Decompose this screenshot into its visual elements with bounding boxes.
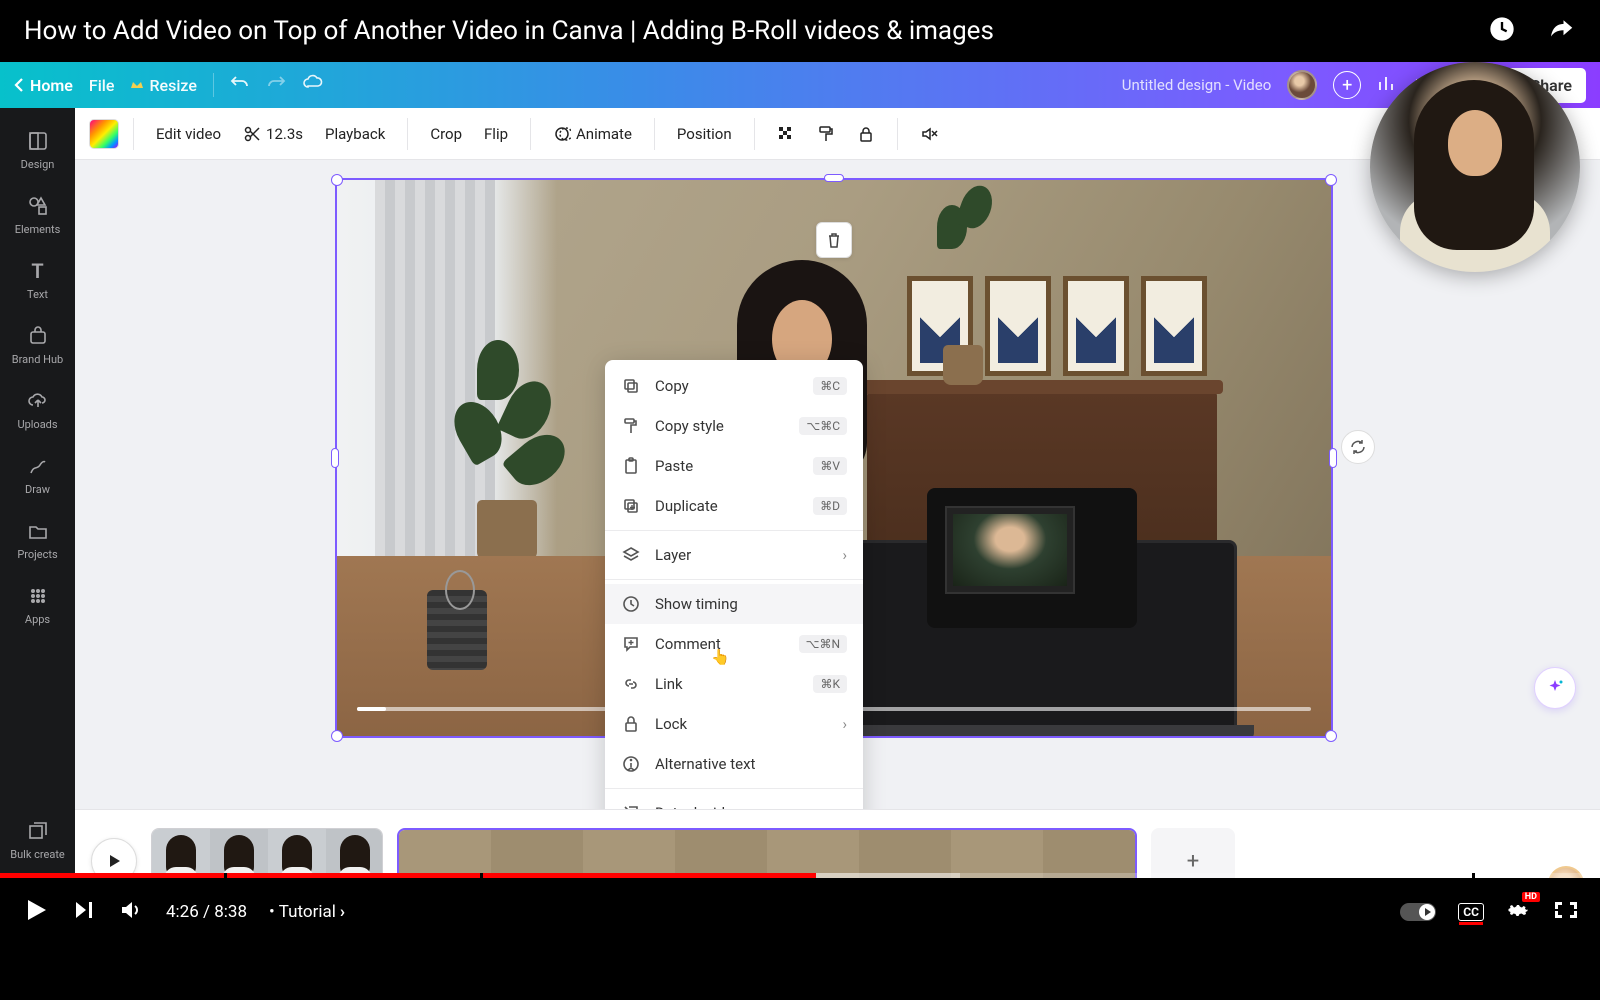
cm-duplicate[interactable]: Duplicate⌘D (605, 486, 863, 526)
video-player-area: Home File Resize Untitled design - Video… (0, 62, 1600, 946)
crop-button[interactable]: Crop (422, 119, 470, 149)
user-avatar[interactable] (1287, 70, 1317, 100)
nav-apps[interactable]: Apps (0, 573, 75, 636)
nav-bulk-create[interactable]: Bulk create (0, 808, 75, 871)
transparency-icon (777, 125, 795, 143)
redo-button[interactable] (266, 73, 286, 97)
sparkle-icon (1544, 677, 1566, 699)
volume-button[interactable] (912, 119, 946, 149)
animate-button[interactable]: Animate (545, 119, 640, 149)
youtube-controls: 4:26 / 8:38 • Tutorial › CC HD (0, 878, 1600, 946)
yt-theater-button[interactable] (1552, 899, 1580, 925)
youtube-title-bar: How to Add Video on Top of Another Video… (0, 0, 1600, 62)
yt-captions-button[interactable]: CC (1458, 903, 1484, 921)
cm-lock[interactable]: Lock› (605, 704, 863, 744)
file-menu[interactable]: File (89, 76, 115, 95)
cm-paste[interactable]: Paste⌘V (605, 446, 863, 486)
sync-button[interactable] (1341, 430, 1375, 464)
position-button[interactable]: Position (669, 119, 740, 149)
cm-comment[interactable]: Comment⌥⌘N (605, 624, 863, 664)
context-menu: Copy⌘C Copy style⌥⌘C Paste⌘V Duplicate⌘D… (605, 360, 863, 809)
lock-icon (857, 125, 875, 143)
video-title: How to Add Video on Top of Another Video… (24, 16, 994, 46)
volume-mute-icon (920, 125, 938, 143)
yt-autoplay-toggle[interactable] (1400, 903, 1436, 921)
crown-icon (130, 78, 144, 92)
edit-video-button[interactable]: Edit video (148, 119, 229, 149)
paint-roller-icon (817, 125, 835, 143)
nav-brand-hub[interactable]: Brand Hub (0, 313, 75, 376)
nav-elements[interactable]: Elements (0, 183, 75, 246)
resize-menu[interactable]: Resize (130, 76, 196, 95)
magic-button[interactable] (1534, 667, 1576, 709)
cursor-icon: 👆 (711, 648, 730, 666)
flip-button[interactable]: Flip (476, 119, 516, 149)
home-button[interactable]: Home (14, 76, 73, 95)
watch-later-icon[interactable] (1488, 15, 1516, 47)
add-collaborator-button[interactable]: + (1333, 71, 1361, 99)
nav-design[interactable]: Design (0, 118, 75, 181)
cm-copy[interactable]: Copy⌘C (605, 366, 863, 406)
transparency-button[interactable] (769, 119, 803, 149)
undo-button[interactable] (230, 73, 250, 97)
share-icon[interactable] (1546, 14, 1576, 48)
yt-volume-button[interactable] (118, 897, 144, 927)
yt-play-button[interactable] (20, 895, 50, 929)
presenter-webcam (1370, 62, 1580, 272)
yt-time-display: 4:26 / 8:38 (166, 902, 247, 922)
canva-app: Home File Resize Untitled design - Video… (0, 62, 1600, 946)
nav-uploads[interactable]: Uploads (0, 378, 75, 441)
yt-next-button[interactable] (72, 898, 96, 926)
playback-button[interactable]: Playback (317, 119, 393, 149)
nav-text[interactable]: TText (0, 248, 75, 311)
nav-draw[interactable]: Draw (0, 443, 75, 506)
sync-icon (1349, 438, 1367, 456)
cm-link[interactable]: Link⌘K (605, 664, 863, 704)
canva-header: Home File Resize Untitled design - Video… (0, 62, 1600, 108)
cm-show-timing[interactable]: Show timing (605, 584, 863, 624)
color-picker[interactable] (89, 119, 119, 149)
cm-copy-style[interactable]: Copy style⌥⌘C (605, 406, 863, 446)
scissors-icon (243, 125, 261, 143)
document-title[interactable]: Untitled design - Video (1122, 76, 1272, 94)
delete-element-button[interactable] (816, 222, 852, 258)
nav-rail: Design Elements TText Brand Hub Uploads … (0, 108, 75, 946)
yt-chapter[interactable]: • Tutorial › (269, 902, 345, 922)
lock-button[interactable] (849, 119, 883, 149)
style-copy-button[interactable] (809, 119, 843, 149)
cm-alt-text[interactable]: Alternative text (605, 744, 863, 784)
cloud-sync-icon[interactable] (302, 73, 324, 97)
cm-layer[interactable]: Layer› (605, 535, 863, 575)
trim-button[interactable]: 12.3s (235, 119, 311, 149)
yt-settings-button[interactable]: HD (1506, 898, 1530, 926)
animate-icon (553, 125, 571, 143)
trash-icon (825, 231, 843, 249)
cm-detach-video[interactable]: Detach video (605, 793, 863, 809)
nav-projects[interactable]: Projects (0, 508, 75, 571)
